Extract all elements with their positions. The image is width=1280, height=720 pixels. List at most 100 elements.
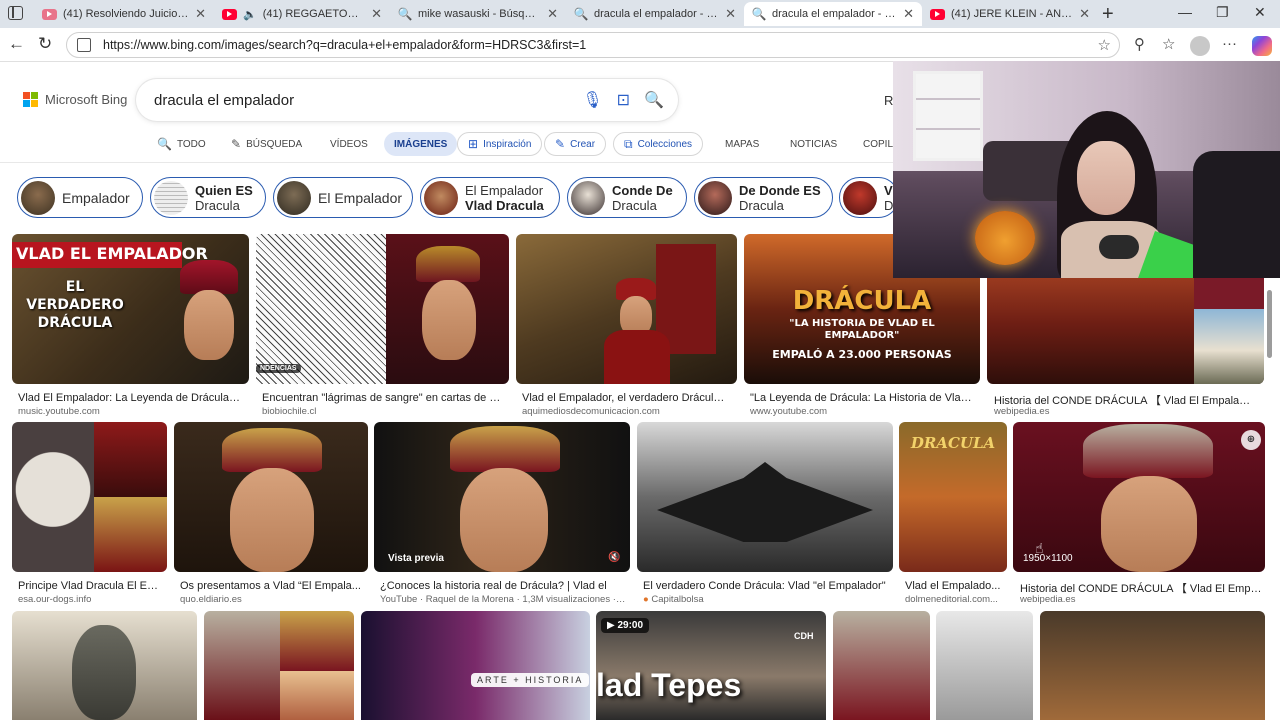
result-source[interactable]: ● Capitalbolsa [643, 594, 889, 605]
chip-label: Vlad Dracula [465, 197, 544, 213]
image-result[interactable]: 1950×1100 ⊕ ☝ [1013, 422, 1265, 572]
scope-videos[interactable]: VÍDEOS [330, 132, 368, 156]
image-result[interactable] [204, 611, 354, 720]
image-result[interactable]: ARTE + HISTORIA [361, 611, 590, 720]
scope-imagenes[interactable]: IMÁGENES [384, 132, 458, 156]
browser-tab[interactable]: 🔈 (41) REGGAETON OLD S ✕ [214, 2, 390, 26]
close-icon[interactable]: ✕ [547, 6, 558, 22]
result-source[interactable]: webipedia.es [1020, 594, 1264, 605]
more-menu-icon[interactable]: ··· [1222, 35, 1237, 52]
image-result[interactable] [833, 611, 930, 720]
copilot-icon[interactable] [1252, 36, 1272, 56]
refresh-icon[interactable]: ↻ [38, 34, 52, 54]
result-source[interactable]: dolmeneditorial.com... [905, 594, 1005, 605]
image-result[interactable]: NDENCIAS [256, 234, 509, 384]
video-result[interactable]: ▶ 29:00 lad Tepes CDH [596, 611, 826, 720]
result-source[interactable]: quo.eldiario.es [180, 594, 364, 605]
scope-mapas[interactable]: MAPAS [725, 132, 759, 156]
favorites-icon[interactable]: ☆ [1162, 35, 1175, 53]
image-result[interactable] [174, 422, 368, 572]
close-icon[interactable]: ✕ [725, 6, 736, 22]
result-source[interactable]: music.youtube.com [18, 406, 240, 417]
image-result[interactable]: VLAD EL EMPALADOR EL VERDADERO DRÁCULA [12, 234, 249, 384]
tab-title: (41) JERE KLEIN - ANDO (Vid [951, 8, 1073, 20]
result-caption[interactable]: "La Leyenda de Drácula: La Historia de V… [750, 392, 972, 404]
related-chip[interactable]: De Donde ES Dracula [694, 177, 833, 218]
browser-tab[interactable]: 🔍 mike wasauski - Búsqueda ✕ [390, 2, 566, 26]
visual-search-icon[interactable]: ⊡ [617, 90, 630, 110]
browser-tab-active[interactable]: 🔍 dracula el empalador - Búsq ✕ [744, 2, 922, 26]
related-chip[interactable]: Quien ES Dracula [150, 177, 266, 218]
browser-tab[interactable]: 🔍 dracula el empalador - Búsq ✕ [566, 2, 744, 26]
profile-avatar-icon[interactable] [1190, 36, 1210, 56]
related-chip[interactable]: Empalador [17, 177, 143, 218]
page-scrollbar[interactable] [1267, 290, 1272, 358]
maximize-icon[interactable]: ❐ [1216, 4, 1229, 21]
rewards-label[interactable]: R [884, 93, 893, 108]
visual-search-icon[interactable]: ⊕ [1241, 430, 1261, 450]
scope-inspiracion[interactable]: ⊞ Inspiración [457, 132, 543, 156]
minimize-icon[interactable]: — [1178, 4, 1192, 20]
microphone-icon[interactable]: 🎙 [582, 90, 602, 110]
result-caption[interactable]: ¿Conoces la historia real de Drácula? | … [380, 580, 626, 592]
result-source[interactable]: webipedia.es [994, 406, 1254, 417]
result-source[interactable]: www.youtube.com [750, 406, 972, 417]
mute-icon[interactable]: 🔇 [608, 552, 620, 563]
browser-tab[interactable]: (41) JERE KLEIN - ANDO (Vid ✕ [922, 2, 1098, 26]
address-bar[interactable]: https://www.bing.com/images/search?q=dra… [66, 32, 1120, 58]
bing-logo[interactable]: Microsoft Bing [23, 92, 127, 107]
result-source[interactable]: YouTube · Raquel de la Morena · 1,3M vis… [380, 594, 626, 605]
scope-colecciones[interactable]: ⧉ Colecciones [613, 132, 704, 156]
result-caption[interactable]: Encuentran "lágrimas de sangre" en carta… [262, 392, 502, 404]
favorite-star-icon[interactable]: ☆ [1098, 36, 1111, 54]
tab-actions-icon[interactable] [8, 6, 23, 20]
image-result[interactable]: DRACULA [899, 422, 1007, 572]
site-info-icon[interactable] [77, 38, 91, 52]
scope-label: Crear [570, 138, 596, 150]
image-result[interactable] [936, 611, 1033, 720]
new-tab-icon[interactable]: + [1102, 3, 1114, 26]
url-text[interactable]: https://www.bing.com/images/search?q=dra… [103, 38, 1098, 52]
result-caption[interactable]: El verdadero Conde Drácula: Vlad "el Emp… [643, 580, 889, 592]
thumbnail-text: VLAD EL EMPALADOR [16, 244, 208, 263]
close-icon[interactable]: ✕ [195, 6, 206, 22]
related-chip[interactable]: El Empalador [273, 177, 413, 218]
chip-thumbnail [277, 180, 311, 215]
woodcut-illustration [256, 234, 386, 384]
result-source[interactable]: esa.our-dogs.info [18, 594, 163, 605]
image-result[interactable] [637, 422, 893, 572]
image-result[interactable] [12, 611, 197, 720]
result-source[interactable]: aquimediosdecomunicacion.com [522, 406, 730, 417]
result-source[interactable]: biobiochile.cl [262, 406, 502, 417]
related-chip[interactable]: Conde De Dracula [567, 177, 687, 218]
search-icon[interactable]: 🔍 [644, 90, 664, 110]
close-icon[interactable]: ✕ [1079, 6, 1090, 22]
scope-crear[interactable]: ✎ Crear [544, 132, 607, 156]
result-caption[interactable]: Os presentamos a Vlad “El Empala... [180, 580, 364, 592]
result-caption[interactable]: Principe Vlad Dracula El Em... [18, 580, 163, 592]
result-caption[interactable]: Vlad El Empalador: La Leyenda de Drácula… [18, 392, 240, 404]
image-result[interactable] [1040, 611, 1265, 720]
extensions-icon[interactable]: ⚲ [1134, 35, 1145, 53]
close-icon[interactable]: ✕ [371, 6, 382, 22]
result-caption[interactable]: Vlad el Empalado... [905, 580, 1005, 592]
collections-icon: ⧉ [624, 136, 633, 151]
scope-noticias[interactable]: NOTICIAS [790, 132, 837, 156]
search-input[interactable]: dracula el empalador [154, 92, 582, 109]
back-icon[interactable]: ← [8, 34, 25, 54]
result-caption[interactable]: Vlad el Empalador, el verdadero Drácula … [522, 392, 730, 404]
chip-label: D [884, 197, 894, 213]
speaker-icon[interactable]: 🔈 [243, 8, 257, 21]
related-chip[interactable]: El Empalador Vlad Dracula [420, 177, 560, 218]
scope-busqueda[interactable]: ✎ BÚSQUEDA [231, 132, 302, 156]
search-box[interactable]: dracula el empalador 🎙 ⊡ 🔍 [136, 79, 678, 121]
browser-tab[interactable]: (41) Resolviendo Juicios Abs ✕ [34, 2, 214, 26]
scope-todo[interactable]: 🔍 TODO [157, 132, 206, 156]
video-result[interactable]: Vista previa 🔇 [374, 422, 630, 572]
image-result[interactable] [516, 234, 737, 384]
close-window-icon[interactable]: ✕ [1254, 4, 1266, 21]
image-result[interactable] [12, 422, 167, 572]
close-icon[interactable]: ✕ [903, 6, 914, 22]
scope-copilot[interactable]: COPILO [863, 132, 893, 156]
related-chip[interactable]: VD [839, 177, 899, 218]
